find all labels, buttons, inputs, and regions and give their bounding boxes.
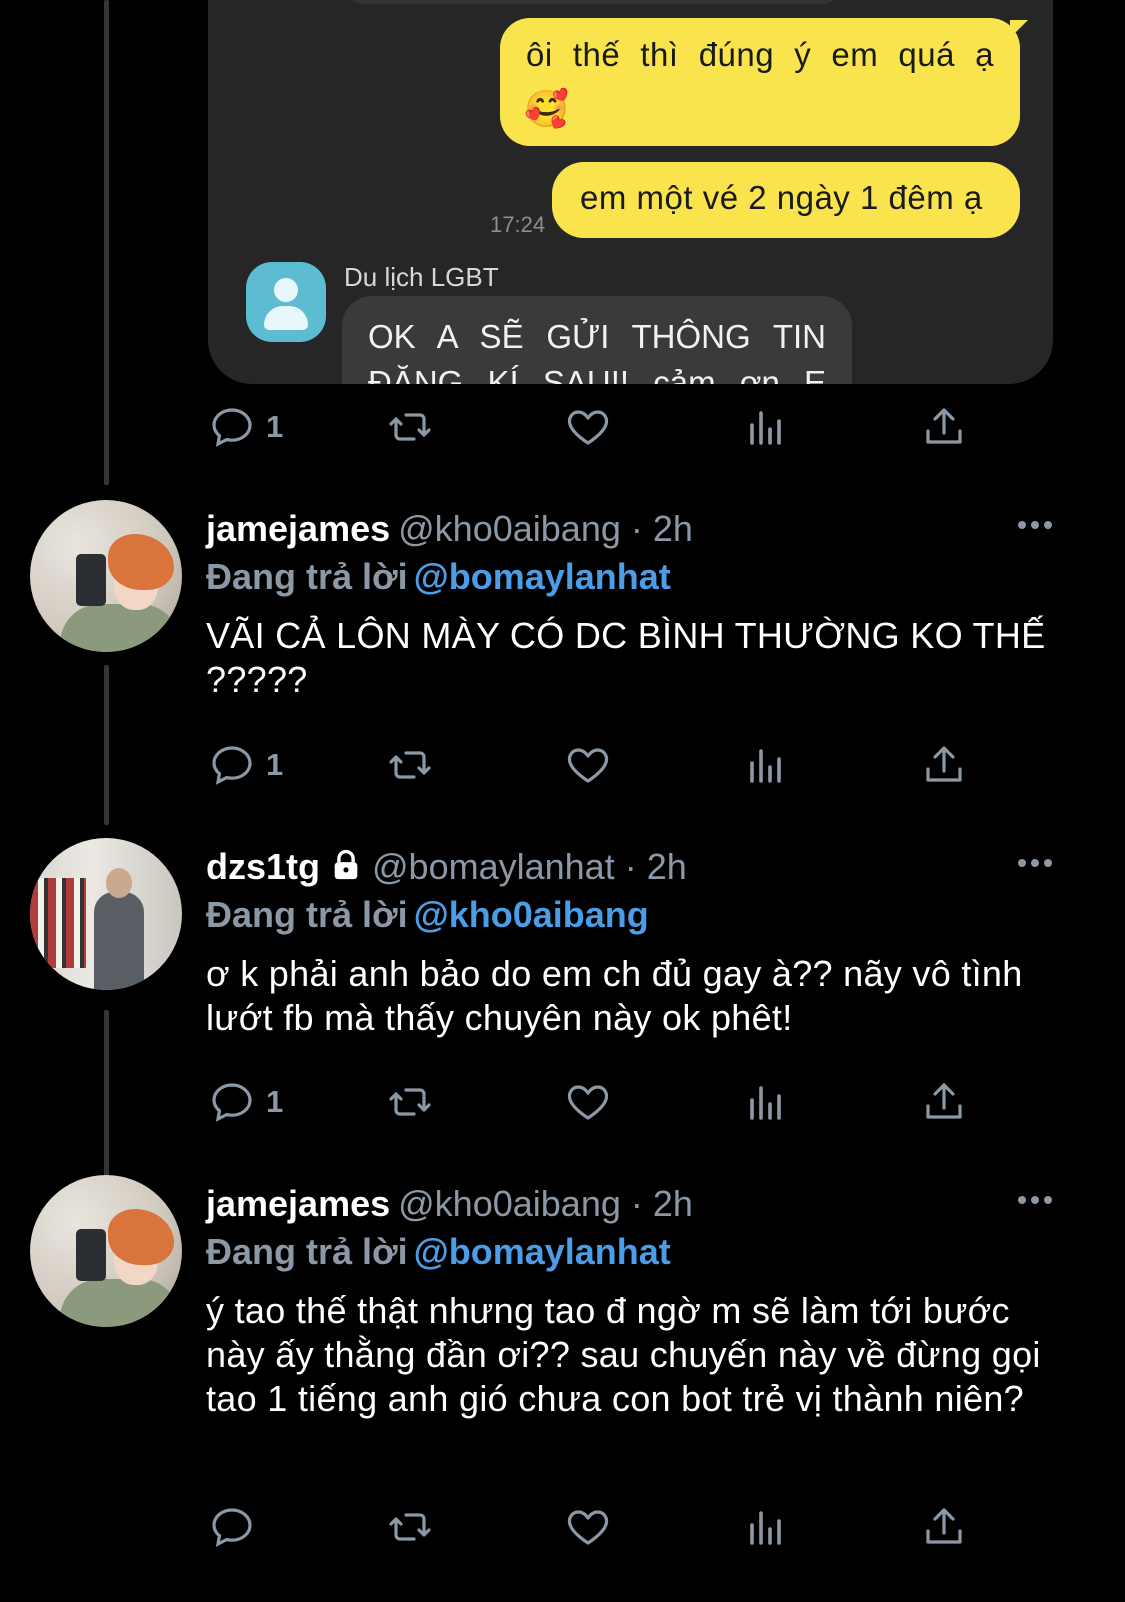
- views-button[interactable]: [742, 402, 790, 452]
- views-icon: [750, 1511, 781, 1545]
- more-options-button[interactable]: [1018, 510, 1062, 540]
- avatar[interactable]: [30, 500, 182, 652]
- tweet-header: dzs1tg @bomaylanhat · 2h: [206, 846, 687, 888]
- retweet-icon: [389, 751, 431, 779]
- retweet-button[interactable]: [386, 1077, 434, 1127]
- replying-label: Đang trả lời: [206, 556, 408, 597]
- tweet-actions: [208, 1502, 1008, 1552]
- tweet-text: ơ k phải anh bảo do em ch đủ gay à?? nãy…: [206, 953, 1023, 1038]
- user-handle[interactable]: @bomaylanhat · 2h: [372, 846, 687, 887]
- outgoing-message-bubble: em một vé 2 ngày 1 đêm ạ: [552, 162, 1020, 238]
- reply-icon: [212, 408, 252, 447]
- tweet-text: VÃI CẢ LÔN MÀY CÓ DC BÌNH THƯỜNG KO THẾ …: [206, 615, 1046, 700]
- outgoing-message-text: em một vé 2 ngày 1 đêm ạ: [580, 179, 983, 216]
- more-icon: [1018, 521, 1026, 529]
- reply-icon: [212, 1508, 252, 1547]
- views-icon: [750, 1086, 781, 1120]
- retweet-button[interactable]: [386, 402, 434, 452]
- thread-line: [104, 1010, 109, 1198]
- like-button[interactable]: [564, 402, 612, 452]
- outgoing-message-text: ôi thế thì đúng ý em quá ạ: [526, 36, 994, 73]
- share-icon: [926, 408, 962, 444]
- share-button[interactable]: [920, 1077, 968, 1127]
- share-button[interactable]: [920, 402, 968, 452]
- like-button[interactable]: [564, 1502, 612, 1552]
- chat-sender-name: Du lịch LGBT: [344, 262, 499, 292]
- views-button[interactable]: [742, 740, 790, 790]
- smiling-hearts-emoji: 🥰: [524, 88, 570, 129]
- more-icon: [1018, 1196, 1026, 1204]
- reply-button[interactable]: 1: [208, 402, 283, 452]
- chat-sender-avatar: [246, 262, 326, 342]
- reply-button[interactable]: [208, 1502, 256, 1552]
- retweet-button[interactable]: [386, 740, 434, 790]
- share-icon: [926, 1083, 962, 1119]
- more-options-button[interactable]: [1018, 848, 1062, 878]
- chat-screenshot-media[interactable]: ôi thế thì đúng ý em quá ạ 🥰 em một vé 2…: [208, 0, 1053, 384]
- retweet-button[interactable]: [386, 1502, 434, 1552]
- retweet-icon: [389, 413, 431, 441]
- retweet-icon: [389, 1088, 431, 1116]
- heart-icon: [567, 410, 609, 445]
- share-icon: [926, 1508, 962, 1544]
- more-options-button[interactable]: [1018, 1185, 1062, 1215]
- avatar[interactable]: [30, 1175, 182, 1327]
- share-icon: [926, 746, 962, 782]
- share-button[interactable]: [920, 740, 968, 790]
- heart-icon: [567, 1510, 609, 1545]
- bubble-tail: [1010, 20, 1028, 38]
- mention-link[interactable]: @bomaylanhat: [414, 1231, 671, 1272]
- mention-link[interactable]: @kho0aibang: [414, 894, 649, 935]
- tweet-actions: 1: [208, 402, 1008, 452]
- display-name[interactable]: jamejames: [206, 508, 390, 549]
- user-handle[interactable]: @kho0aibang · 2h: [398, 508, 693, 549]
- avatar[interactable]: [30, 838, 182, 990]
- previous-bubble-edge: [348, 0, 838, 4]
- views-icon: [750, 749, 781, 783]
- replying-label: Đang trả lời: [206, 894, 408, 935]
- replying-to: Đang trả lời @kho0aibang: [206, 894, 649, 936]
- user-handle[interactable]: @kho0aibang · 2h: [398, 1183, 693, 1224]
- heart-icon: [567, 1085, 609, 1120]
- replying-to: Đang trả lời @bomaylanhat: [206, 1231, 671, 1273]
- reply-button[interactable]: 1: [208, 1077, 283, 1127]
- reply-icon: [212, 1083, 252, 1122]
- replying-to: Đang trả lời @bomaylanhat: [206, 556, 671, 598]
- more-icon: [1018, 859, 1026, 867]
- reply-icon: [212, 746, 252, 785]
- tweet-text: ý tao thế thật nhưng tao đ ngờ m sẽ làm …: [206, 1290, 1041, 1419]
- reply-count: 1: [266, 409, 284, 444]
- like-button[interactable]: [564, 740, 612, 790]
- views-icon: [750, 411, 781, 445]
- lock-icon: [334, 849, 358, 880]
- views-button[interactable]: [742, 1502, 790, 1552]
- display-name[interactable]: dzs1tg: [206, 846, 320, 887]
- mention-link[interactable]: @bomaylanhat: [414, 556, 671, 597]
- tweet-header: jamejames @kho0aibang · 2h: [206, 1183, 693, 1225]
- incoming-message-bubble: OK A SẼ GỬI THÔNG TIN ĐĂNG KÍ SAU!! cảm …: [342, 296, 852, 384]
- tweet-actions: 1: [208, 740, 1008, 790]
- replying-label: Đang trả lời: [206, 1231, 408, 1272]
- like-button[interactable]: [564, 1077, 612, 1127]
- reply-count: 1: [266, 747, 284, 782]
- outgoing-message-bubble: ôi thế thì đúng ý em quá ạ 🥰: [500, 18, 1028, 146]
- reply-button[interactable]: 1: [208, 740, 283, 790]
- share-button[interactable]: [920, 1502, 968, 1552]
- tweet-actions: 1: [208, 1077, 1008, 1127]
- thread-line: [104, 0, 109, 485]
- views-button[interactable]: [742, 1077, 790, 1127]
- heart-icon: [567, 748, 609, 783]
- message-timestamp: 17:24: [490, 212, 546, 237]
- reply-count: 1: [266, 1084, 284, 1119]
- tweet-header: jamejames @kho0aibang · 2h: [206, 508, 693, 550]
- thread-line: [104, 665, 109, 825]
- incoming-message-text: OK A SẼ GỬI THÔNG TIN ĐĂNG KÍ SAU!! cảm …: [368, 318, 826, 384]
- retweet-icon: [389, 1513, 431, 1541]
- display-name[interactable]: jamejames: [206, 1183, 390, 1224]
